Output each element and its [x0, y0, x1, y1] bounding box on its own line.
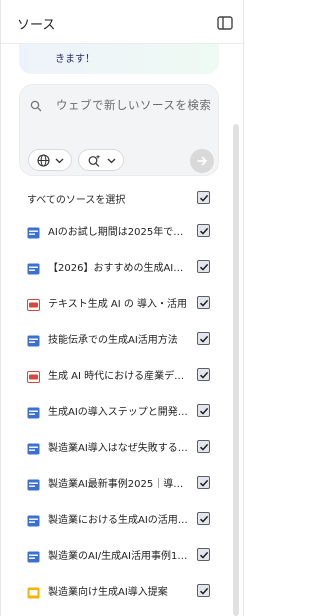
checkmark-icon [199, 551, 209, 559]
arrow-right-icon [197, 156, 208, 166]
source-label: 製造業AI導入はなぜ失敗するのか [48, 443, 188, 454]
select-all-checkbox[interactable] [197, 191, 210, 204]
source-item[interactable]: 生成AIの導入ステップと開発方法 [1, 396, 245, 424]
select-all-label: すべてのソースを選択 [27, 195, 126, 206]
web-source-icon [27, 476, 40, 491]
source-label: 製造業AI最新事例2025｜導入効果 [48, 479, 188, 490]
checkmark-icon [199, 263, 209, 271]
checkmark-icon [199, 587, 209, 595]
source-checkbox[interactable] [197, 260, 210, 273]
source-label: テキスト生成 AI の 導入・活用 [48, 299, 188, 310]
pdf-icon [27, 296, 40, 311]
sources-panel: ソース きます！ ウェブで新しいソースを検索 すべてのソースを選択 AIのお試し… [0, 0, 245, 616]
source-label: 生成AIの導入ステップと開発方法 [48, 407, 188, 418]
research-mode-dropdown[interactable] [78, 149, 124, 171]
web-source-icon [27, 332, 40, 347]
slides-icon [27, 584, 40, 599]
source-checkbox[interactable] [197, 440, 210, 453]
web-source-icon [27, 404, 40, 419]
source-item[interactable]: 製造業AI導入はなぜ失敗するのか [1, 432, 245, 460]
source-item[interactable]: 技能伝承での生成AI活用方法 [1, 324, 245, 352]
checkmark-icon [199, 335, 209, 343]
scrollbar-thumb[interactable] [233, 124, 239, 616]
source-label: 生成 AI 時代における産業データ [48, 371, 188, 382]
notice-banner: きます！ [19, 44, 219, 74]
search-submit-button[interactable] [190, 149, 214, 173]
source-label: 製造業における生成AIの活用事例 [48, 515, 188, 526]
web-source-icon [27, 260, 40, 275]
source-label: AIのお試し期間は2025年で終わる？ [48, 227, 188, 238]
chevron-down-icon [55, 158, 64, 164]
pdf-icon [27, 368, 40, 383]
source-item[interactable]: 製造業向け生成AI導入提案 [1, 576, 245, 604]
checkmark-icon [199, 443, 209, 451]
source-label: 製造業向け生成AI導入提案 [48, 587, 168, 598]
source-item[interactable]: テキスト生成 AI の 導入・活用 [1, 288, 245, 316]
source-checkbox[interactable] [197, 584, 210, 597]
checkmark-icon [199, 227, 209, 235]
banner-text: きます！ [55, 54, 95, 65]
source-checkbox[interactable] [197, 404, 210, 417]
globe-icon [37, 154, 50, 167]
panel-collapse-icon[interactable] [217, 15, 233, 30]
source-item[interactable]: 製造業AI最新事例2025｜導入効果 [1, 468, 245, 496]
checkmark-icon [199, 194, 209, 202]
source-label: 製造業のAI/生成AI活用事例10選 [48, 551, 188, 562]
source-label: 技能伝承での生成AI活用方法 [48, 335, 178, 346]
source-item[interactable]: 【2026】おすすめの生成AIツール [1, 252, 245, 280]
checkmark-icon [199, 371, 209, 379]
checkmark-icon [199, 299, 209, 307]
panel-header: ソース [1, 0, 245, 44]
checkmark-icon [199, 407, 209, 415]
select-all-row[interactable]: すべてのソースを選択 [1, 186, 245, 210]
web-source-icon [27, 548, 40, 563]
source-checkbox[interactable] [197, 296, 210, 309]
search-input[interactable]: ウェブで新しいソースを検索 [56, 95, 212, 115]
chevron-down-icon [107, 158, 116, 164]
source-checkbox[interactable] [197, 512, 210, 525]
source-checkbox[interactable] [197, 476, 210, 489]
source-label: 【2026】おすすめの生成AIツール [48, 263, 188, 274]
checkmark-icon [199, 479, 209, 487]
panel-title: ソース [17, 18, 56, 33]
source-checkbox[interactable] [197, 548, 210, 561]
web-source-dropdown[interactable] [28, 149, 72, 171]
web-source-icon [27, 440, 40, 455]
checkmark-icon [199, 515, 209, 523]
web-source-icon [27, 512, 40, 527]
source-checkbox[interactable] [197, 368, 210, 381]
sparkle-search-icon [88, 154, 101, 167]
web-source-search: ウェブで新しいソースを検索 [19, 84, 219, 176]
web-source-icon [27, 224, 40, 239]
source-item[interactable]: 製造業における生成AIの活用事例 [1, 504, 245, 532]
source-item[interactable]: 製造業のAI/生成AI活用事例10選 [1, 540, 245, 568]
source-item[interactable]: AIのお試し期間は2025年で終わる？ [1, 216, 245, 244]
source-checkbox[interactable] [197, 332, 210, 345]
search-icon [30, 97, 42, 112]
source-item[interactable]: 生成 AI 時代における産業データ [1, 360, 245, 388]
source-checkbox[interactable] [197, 224, 210, 237]
